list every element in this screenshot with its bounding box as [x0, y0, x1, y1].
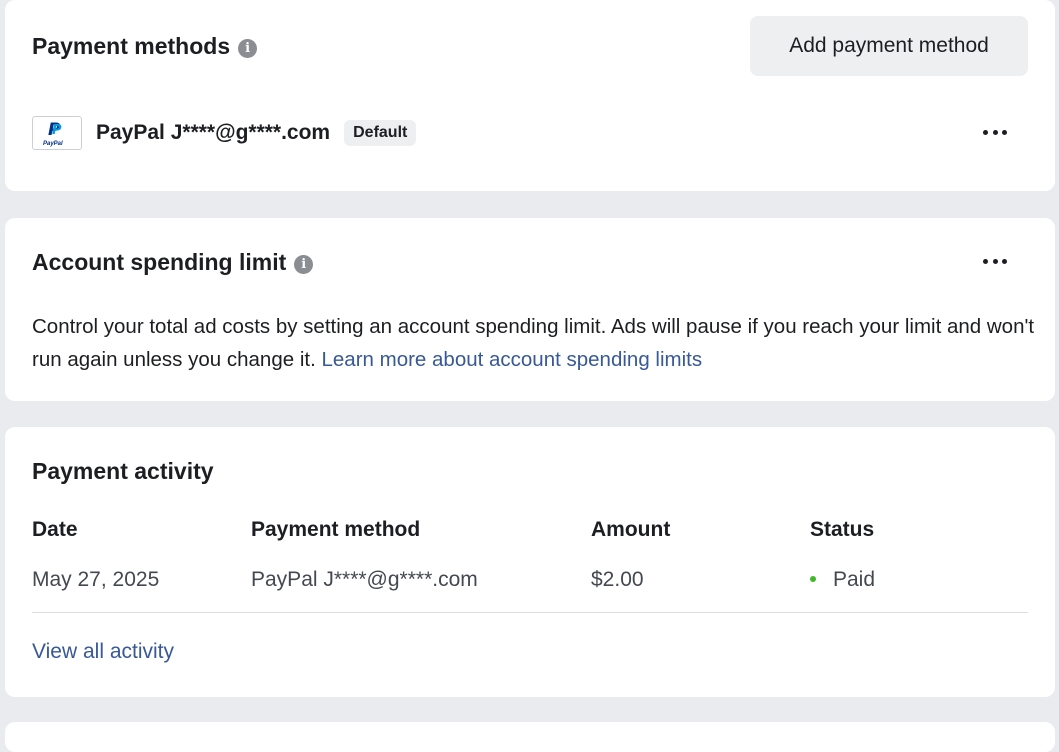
row-amount: $2.00	[591, 568, 644, 591]
info-icon[interactable]: i	[294, 255, 314, 274]
view-all-activity-link[interactable]: View all activity	[32, 640, 174, 664]
payment-activity-card: Payment activity Date Payment method Amo…	[5, 427, 1055, 697]
divider	[32, 612, 1028, 613]
row-payment-method: PayPal J****@g****.com	[251, 568, 478, 591]
payment-method-name: PayPal J****@g****.com	[96, 121, 331, 144]
paypal-logo: PP PayPal	[32, 116, 82, 150]
row-status-text: Paid	[833, 568, 876, 591]
paypal-logo-word: PayPal	[43, 141, 63, 147]
spending-limit-title-text: Account spending limit	[32, 249, 287, 275]
more-options-icon[interactable]	[980, 251, 1010, 271]
column-header-payment-method: Payment method	[251, 518, 421, 541]
payment-methods-card: Payment methods i Add payment method PP P…	[5, 0, 1055, 191]
learn-more-link[interactable]: Learn more about account spending limits	[321, 348, 702, 371]
default-badge: Default	[344, 120, 417, 146]
column-header-amount: Amount	[591, 518, 671, 541]
payment-method-item: PP PayPal PayPal J****@g****.com Default	[32, 116, 417, 150]
payment-methods-title: Payment methods i	[32, 33, 258, 60]
column-header-status: Status	[810, 518, 875, 541]
spending-limit-description: Control your total ad costs by setting a…	[32, 310, 1052, 376]
more-options-icon[interactable]	[980, 122, 1010, 142]
spending-limit-title: Account spending limit i	[32, 249, 314, 276]
row-date: May 27, 2025	[32, 568, 160, 591]
column-header-date: Date	[32, 518, 78, 541]
add-payment-method-button[interactable]: Add payment method	[750, 16, 1028, 76]
row-status: Paid	[810, 568, 875, 592]
payment-activity-title: Payment activity	[32, 458, 214, 484]
next-card	[5, 722, 1055, 752]
payment-methods-title-text: Payment methods	[32, 33, 231, 59]
status-paid-dot	[810, 576, 816, 582]
spending-limit-card: Account spending limit i Control your tot…	[5, 218, 1055, 401]
info-icon[interactable]: i	[238, 39, 258, 58]
